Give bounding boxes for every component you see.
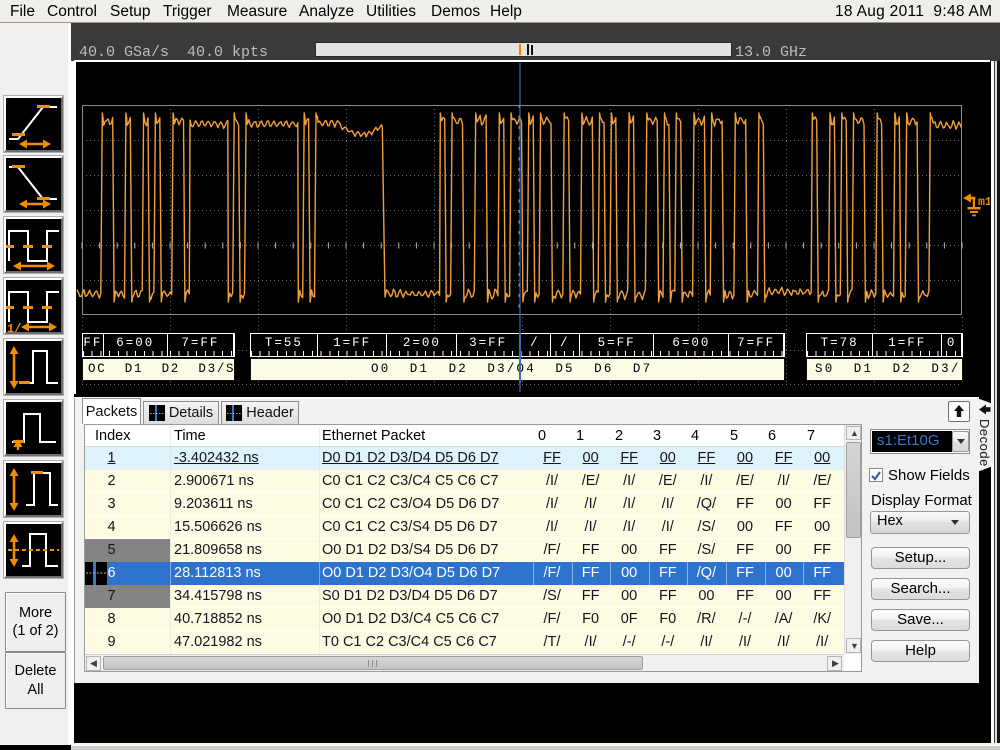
svg-text:m1: m1 [978,196,990,209]
svg-text:1/: 1/ [7,322,21,332]
